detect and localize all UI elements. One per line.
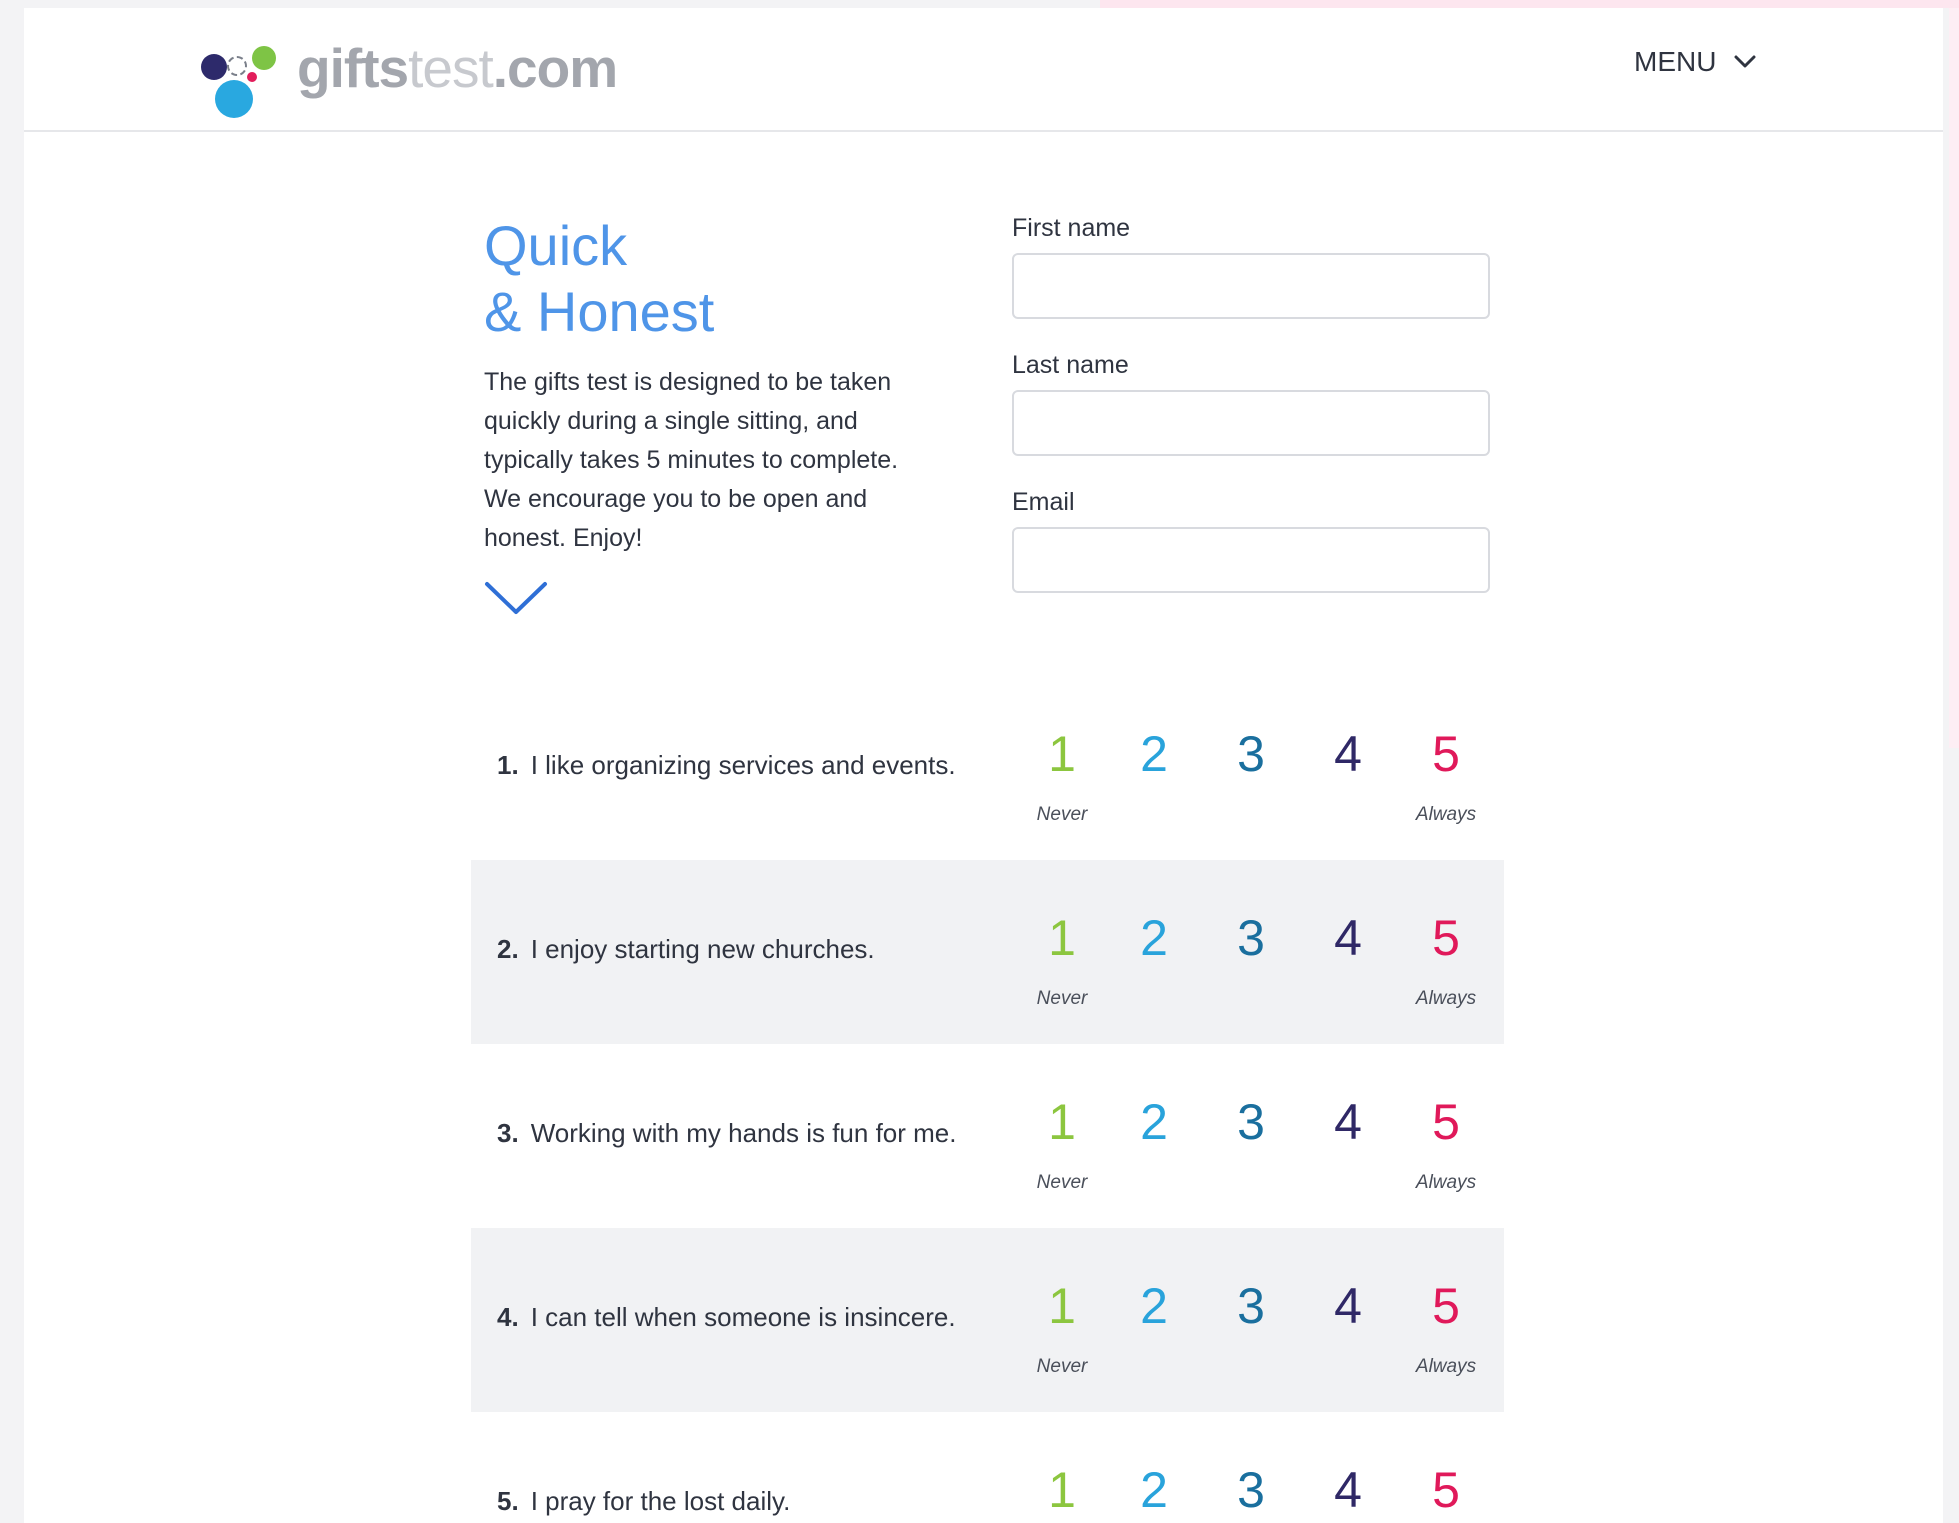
email-field[interactable]: [1012, 527, 1490, 593]
last-name-label: Last name: [1012, 351, 1129, 379]
decorative-strip: [1100, 0, 1959, 8]
question-number: 5.: [497, 1486, 519, 1516]
rating-option-3[interactable]: 3: [1216, 908, 1286, 968]
rating-option-2[interactable]: 2: [1119, 1276, 1189, 1336]
first-name-field[interactable]: [1012, 253, 1490, 319]
rating-option-1[interactable]: 1: [1027, 1276, 1097, 1336]
question-text: 1. I like organizing services and events.: [497, 750, 956, 781]
rating-option-3[interactable]: 3: [1216, 1460, 1286, 1520]
question-number: 4.: [497, 1302, 519, 1332]
question-label: I like organizing services and events.: [530, 750, 956, 780]
rating-option-2[interactable]: 2: [1119, 724, 1189, 784]
rating-option-5[interactable]: 5: [1411, 908, 1481, 968]
rating-option-5[interactable]: 5: [1411, 1460, 1481, 1520]
logo-dots-icon: [199, 28, 283, 118]
rating-option-5[interactable]: 5: [1411, 1276, 1481, 1336]
rating-scale: 12345NeverAlways: [1011, 1092, 1476, 1212]
rating-option-5[interactable]: 5: [1411, 1092, 1481, 1152]
rating-scale: 12345NeverAlways: [1011, 1460, 1460, 1523]
scale-low-label: Never: [1036, 1356, 1088, 1377]
rating-option-4[interactable]: 4: [1313, 724, 1383, 784]
question-row: 5. I pray for the lost daily. 12345NeverAl…: [471, 1412, 1504, 1523]
page: giftstest.com MENU Quick & Honest The gi…: [24, 8, 1943, 1523]
rating-option-5[interactable]: 5: [1411, 724, 1481, 784]
decorative-strip: [1949, 8, 1959, 748]
question-text: 2. I enjoy starting new churches.: [497, 934, 875, 965]
question-number: 1.: [497, 750, 519, 780]
rating-scale: 12345NeverAlways: [1011, 724, 1476, 844]
scale-low-label: Never: [1036, 1172, 1088, 1193]
question-text: 4. I can tell when someone is insincere.: [497, 1302, 956, 1333]
rating-option-1[interactable]: 1: [1027, 724, 1097, 784]
rating-option-4[interactable]: 4: [1313, 1276, 1383, 1336]
site-logo[interactable]: giftstest.com: [199, 28, 618, 118]
question-row: 4. I can tell when someone is insincere. 1…: [471, 1228, 1504, 1412]
rating-option-1[interactable]: 1: [1027, 1460, 1097, 1520]
scale-high-label: Always: [1415, 1356, 1477, 1377]
email-label: Email: [1012, 488, 1075, 516]
chevron-down-icon: [1734, 55, 1756, 68]
question-number: 3.: [497, 1118, 519, 1148]
rating-option-4[interactable]: 4: [1313, 1092, 1383, 1152]
rating-option-2[interactable]: 2: [1119, 1092, 1189, 1152]
rating-option-4[interactable]: 4: [1313, 1460, 1383, 1520]
rating-option-2[interactable]: 2: [1119, 908, 1189, 968]
last-name-field[interactable]: [1012, 390, 1490, 456]
rating-option-1[interactable]: 1: [1027, 1092, 1097, 1152]
question-row: 3. Working with my hands is fun for me. 1 2…: [471, 1044, 1504, 1228]
rating-scale: 12345NeverAlways: [1011, 1276, 1476, 1396]
scale-high-label: Always: [1415, 804, 1477, 825]
logo-wordmark: giftstest.com: [297, 36, 618, 99]
contact-form: First name Last name Email: [1012, 213, 1490, 624]
rating-scale: 12345NeverAlways: [1011, 908, 1476, 1028]
question-label: Working with my hands is fun for me.: [530, 1118, 957, 1148]
scale-high-label: Always: [1415, 988, 1477, 1009]
question-text: 5. I pray for the lost daily.: [497, 1486, 790, 1517]
scale-high-label: Always: [1415, 1172, 1477, 1193]
rating-option-1[interactable]: 1: [1027, 908, 1097, 968]
menu-button[interactable]: MENU: [1634, 46, 1756, 78]
question-label: I pray for the lost daily.: [530, 1486, 791, 1516]
rating-option-3[interactable]: 3: [1216, 1276, 1286, 1336]
question-text: 3. Working with my hands is fun for me.: [497, 1118, 956, 1149]
rating-option-4[interactable]: 4: [1313, 908, 1383, 968]
question-row: 2. I enjoy starting new churches. 1 2 3 4 5 Nev…: [471, 860, 1504, 1044]
question-list: 1. I like organizing services and events.…: [471, 676, 1504, 1523]
menu-label: MENU: [1634, 46, 1717, 77]
scale-low-label: Never: [1036, 804, 1088, 825]
page-title: Quick & Honest: [484, 214, 715, 343]
question-label: I enjoy starting new churches.: [530, 934, 875, 964]
question-number: 2.: [497, 934, 519, 964]
first-name-label: First name: [1012, 214, 1131, 242]
intro-description: The gifts test is designed to be taken q…: [484, 368, 899, 552]
rating-option-3[interactable]: 3: [1216, 1092, 1286, 1152]
question-row: 1. I like organizing services and events.…: [471, 676, 1504, 860]
site-header: giftstest.com MENU: [24, 8, 1943, 132]
rating-option-3[interactable]: 3: [1216, 724, 1286, 784]
rating-option-2[interactable]: 2: [1119, 1460, 1189, 1520]
scale-low-label: Never: [1036, 988, 1088, 1009]
chevron-down-icon[interactable]: [484, 580, 548, 616]
question-label: I can tell when someone is insincere.: [530, 1302, 956, 1332]
